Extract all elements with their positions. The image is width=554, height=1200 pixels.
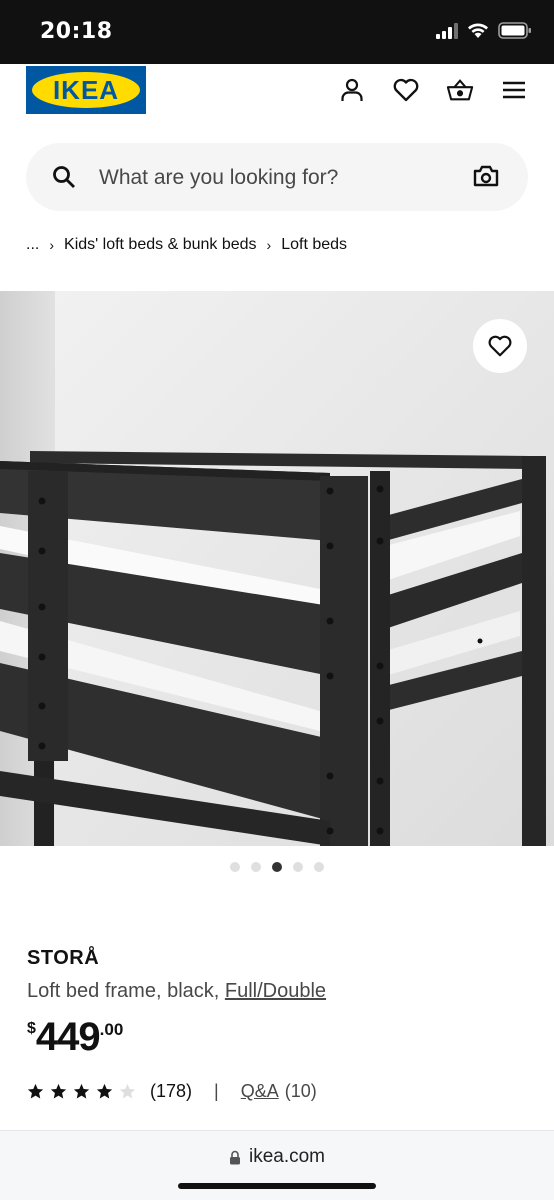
add-to-favourites-button[interactable]: [473, 319, 527, 373]
product-image[interactable]: [0, 291, 554, 846]
logo-oval: IKEA: [32, 72, 140, 108]
status-bar: 20:18: [0, 0, 554, 64]
camera-icon[interactable]: [473, 164, 499, 188]
breadcrumb-kids-loft-beds[interactable]: Kids' loft beds & bunk beds: [64, 236, 257, 254]
url-text: ikea.com: [248, 1146, 326, 1167]
gallery-dot[interactable]: [293, 862, 303, 872]
loft-bed-photo: [0, 291, 554, 846]
rating-row: (178) | Q&A (10): [27, 1081, 317, 1102]
chevron-right-icon: ›: [266, 237, 272, 253]
gallery-dot[interactable]: [230, 862, 240, 872]
browser-url-bar: ikea.com: [0, 1130, 554, 1200]
ikea-logo[interactable]: IKEA: [26, 66, 146, 114]
status-icons: [436, 22, 532, 39]
header-actions: [338, 76, 528, 104]
signal-icon: [436, 22, 458, 39]
gallery-dot[interactable]: [314, 862, 324, 872]
price-currency: $: [27, 1020, 36, 1037]
breadcrumb-loft-beds[interactable]: Loft beds: [281, 236, 347, 254]
gallery-pagination: [0, 862, 554, 872]
qa-count: (10): [284, 1081, 317, 1101]
gallery-dot[interactable]: [251, 862, 261, 872]
user-icon[interactable]: [338, 76, 366, 104]
rating-count[interactable]: (178): [150, 1081, 192, 1102]
product-name: STORÅ: [27, 947, 100, 969]
search-input[interactable]: What are you looking for?: [99, 166, 338, 190]
breadcrumb-ellipsis[interactable]: ...: [26, 236, 39, 254]
star-icon: [73, 1083, 90, 1099]
product-price: $ 449 .00: [27, 1015, 123, 1060]
qa-link[interactable]: Q&A: [241, 1081, 279, 1102]
home-indicator[interactable]: [178, 1183, 376, 1189]
menu-icon[interactable]: [500, 76, 528, 104]
star-icon: [96, 1083, 113, 1099]
star-icon: [50, 1083, 67, 1099]
chevron-right-icon: ›: [49, 237, 55, 253]
star-icon: [27, 1083, 44, 1099]
gallery-dot-active[interactable]: [272, 862, 282, 872]
search-icon[interactable]: [52, 165, 76, 189]
battery-icon: [498, 22, 531, 39]
rating-separator: |: [214, 1081, 219, 1101]
breadcrumb: ... › Kids' loft beds & bunk beds › Loft…: [26, 236, 347, 254]
price-integer: 449: [35, 1015, 101, 1059]
size-link[interactable]: Full/Double: [225, 980, 326, 1002]
logo-text: IKEA: [52, 74, 120, 105]
heart-icon: [488, 335, 512, 357]
product-description-text: Loft bed frame, black,: [27, 980, 225, 1002]
lock-icon: [229, 1150, 240, 1164]
site-header: IKEA: [0, 64, 554, 128]
rating-stars[interactable]: [27, 1083, 136, 1100]
product-description: Loft bed frame, black, Full/Double: [27, 980, 326, 1003]
price-decimal: .00: [99, 1020, 124, 1039]
basket-icon[interactable]: [446, 76, 474, 104]
wifi-icon: [468, 23, 488, 38]
url-display[interactable]: ikea.com: [0, 1146, 554, 1168]
status-time: 20:18: [40, 19, 113, 44]
search-bar[interactable]: What are you looking for?: [26, 143, 528, 211]
heart-icon[interactable]: [392, 76, 420, 104]
star-empty-icon: [119, 1083, 136, 1099]
